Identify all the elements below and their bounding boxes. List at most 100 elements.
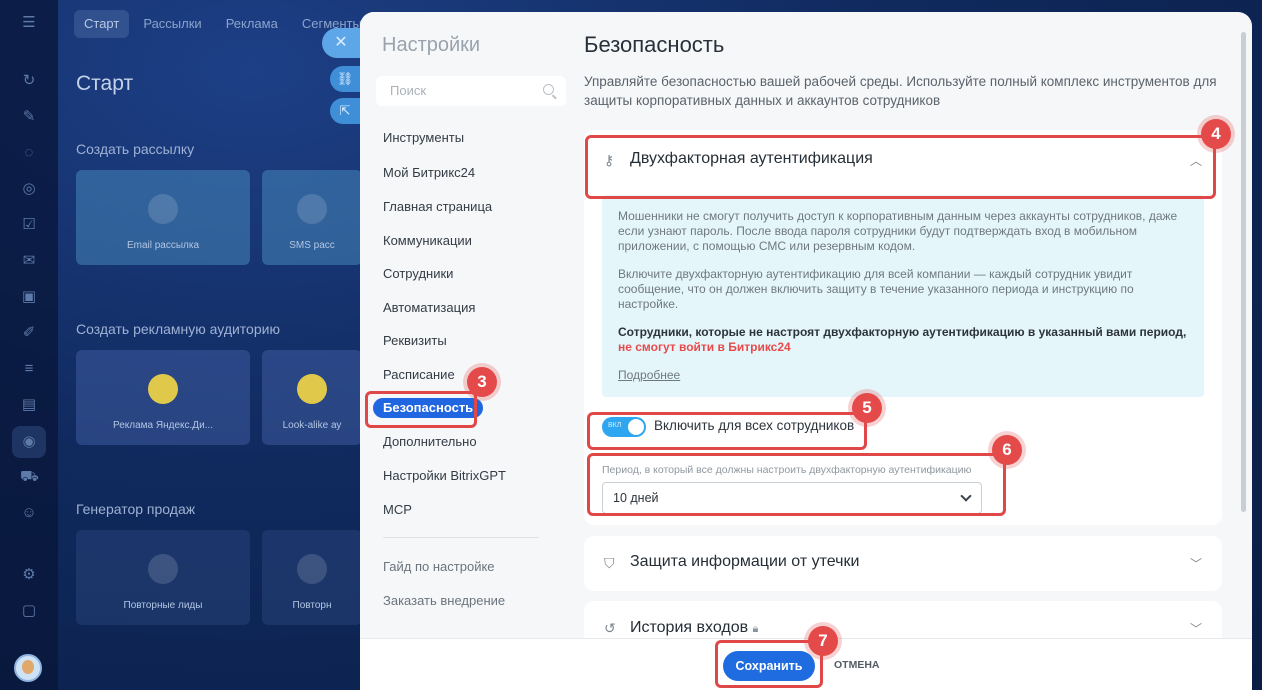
open-new-window-button[interactable]: ⇱	[330, 98, 360, 124]
nav-item-tools[interactable]: Инструменты	[383, 128, 464, 148]
repeat-icon	[297, 554, 327, 584]
cart-icon[interactable]: ⛟	[20, 468, 39, 486]
settings-sidebar: Настройки Поиск Инструменты Мой Битрикс2…	[360, 12, 568, 638]
tfa-warning-text: Сотрудники, которые не настроят двухфакт…	[618, 325, 1187, 339]
period-label: Период, в который все должны настроить д…	[602, 464, 972, 476]
key-icon: ⚷	[604, 152, 615, 168]
period-select[interactable]: 10 дней	[602, 482, 982, 514]
card-repeat-leads-label: Повторные лиды	[123, 600, 203, 611]
callout-badge-5: 5	[852, 393, 882, 423]
nav-item-my-bitrix[interactable]: Мой Битрикс24	[383, 163, 475, 183]
nav-item-additional[interactable]: Дополнительно	[383, 432, 477, 452]
card-repeat-leads[interactable]: Повторные лиды	[76, 530, 250, 625]
user-icon[interactable]: ☺	[20, 504, 38, 522]
nav-link-setup-guide[interactable]: Гайд по настройке	[383, 557, 495, 577]
shield-icon: ⛉	[604, 555, 615, 571]
nav-item-communications[interactable]: Коммуникации	[383, 231, 472, 251]
more-link[interactable]: Подробнее	[618, 368, 680, 382]
tfa-card: ⚷ Двухфакторная аутентификация ︿ Мошенни…	[584, 130, 1222, 525]
callout-badge-4: 4	[1201, 119, 1231, 149]
leads-icon	[148, 554, 178, 584]
toggle-knob	[628, 419, 644, 435]
card-yandex-label: Реклама Яндекс.Ди...	[113, 420, 213, 431]
leak-protection-card[interactable]: ⛉ Защита информации от утечки ﹀	[584, 536, 1222, 591]
card-lookalike[interactable]: Look-alike ау	[262, 350, 362, 445]
save-button[interactable]: Сохранить	[723, 651, 815, 681]
card-email-mailing[interactable]: Email рассылка	[76, 170, 250, 265]
cancel-button[interactable]: ОТМЕНА	[834, 659, 880, 671]
enable-all-label[interactable]: Включить для всех сотрудников	[654, 418, 854, 433]
card-sms-mailing[interactable]: SMS расс	[262, 170, 362, 265]
rail-icon-4[interactable]: ◎	[20, 180, 38, 198]
card-repeat-2-label: Повторн	[292, 600, 332, 611]
leak-title: Защита информации от утечки	[630, 553, 860, 570]
pen-icon[interactable]: ✐	[20, 324, 38, 342]
search-input[interactable]: Поиск	[376, 76, 566, 106]
rail-icon-2[interactable]: ✎	[20, 108, 38, 126]
gear-icon[interactable]: ⚙	[20, 566, 38, 584]
settings-title: Настройки	[382, 34, 481, 56]
nav-item-automation[interactable]: Автоматизация	[383, 298, 475, 318]
nav-link-order-implementation[interactable]: Заказать внедрение	[383, 591, 505, 611]
chat-icon[interactable]: ◌	[20, 144, 38, 162]
chevron-down-icon[interactable]: ﹀	[1190, 555, 1202, 572]
tfa-card-header[interactable]: ⚷ Двухфакторная аутентификация ︿	[584, 130, 1222, 192]
mail-icon[interactable]: ✉	[20, 252, 38, 270]
nav-item-security[interactable]: Безопасность	[373, 398, 484, 418]
nav-item-schedule[interactable]: Расписание	[383, 365, 455, 385]
rail-icon-1[interactable]: ↻	[20, 72, 38, 90]
rail-icon-last[interactable]: ▢	[20, 602, 38, 620]
nav-item-employees[interactable]: Сотрудники	[383, 264, 453, 284]
nav-item-mcp[interactable]: MCP	[383, 500, 412, 520]
lock-icon: 🔒︎	[752, 623, 759, 635]
tfa-info-paragraph-1: Мошенники не смогут получить доступ к ко…	[618, 209, 1178, 253]
nav-item-main-page[interactable]: Главная страница	[383, 197, 492, 217]
chevron-down-icon	[961, 492, 971, 502]
nav-item-bitrixgpt[interactable]: Настройки BitrixGPT	[383, 466, 506, 486]
card-repeat-2[interactable]: Повторн	[262, 530, 362, 625]
history-title: История входов 🔒︎	[630, 619, 758, 637]
tab-mailings[interactable]: Рассылки	[133, 10, 211, 38]
settings-panel: Настройки Поиск Инструменты Мой Битрикс2…	[360, 12, 1252, 690]
doc-icon[interactable]: ▤	[20, 396, 38, 414]
nav-divider	[383, 537, 539, 538]
callout-badge-7: 7	[808, 626, 838, 656]
lookalike-icon	[297, 374, 327, 404]
page-title: Безопасность	[584, 32, 725, 57]
search-icon[interactable]	[543, 84, 554, 95]
scrollbar[interactable]	[1241, 32, 1246, 512]
copy-link-button[interactable]: ⛓	[330, 66, 360, 92]
toggle-state-text: ВКЛ	[608, 422, 622, 429]
history-title-text: История входов	[630, 619, 749, 636]
section-create-mailing: Создать рассылку	[76, 141, 195, 157]
tab-start[interactable]: Старт	[74, 10, 130, 38]
card-email-label: Email рассылка	[126, 240, 200, 251]
search-placeholder: Поиск	[390, 83, 427, 98]
menu-icon[interactable]: ☰	[20, 14, 38, 32]
avatar[interactable]	[14, 654, 42, 682]
card-yandex-ads[interactable]: Реклама Яндекс.Ди...	[76, 350, 250, 445]
leak-card-header[interactable]: ⛉ Защита информации от утечки ﹀	[584, 536, 1222, 598]
tasks-icon[interactable]: ☑	[20, 216, 38, 234]
rail-icon-7[interactable]: ▣	[20, 288, 38, 306]
period-select-value: 10 дней	[613, 491, 659, 505]
card-lookalike-label: Look-alike ау	[282, 420, 342, 431]
settings-content: Безопасность Управляйте безопасностью ва…	[584, 12, 1244, 661]
nav-item-requisites[interactable]: Реквизиты	[383, 331, 447, 351]
tfa-info-paragraph-2: Включите двухфакторную аутентификацию дл…	[618, 267, 1134, 311]
tfa-warning-red-text: не смогут войти в Битрикс24	[618, 340, 791, 354]
filter-icon[interactable]: ≡	[20, 360, 38, 378]
tfa-title: Двухфакторная аутентификация	[630, 150, 873, 167]
sms-icon	[297, 194, 327, 224]
callout-badge-3: 3	[467, 367, 497, 397]
email-icon	[148, 194, 178, 224]
tfa-info-paragraph-3: Сотрудники, которые не настроят двухфакт…	[618, 325, 1190, 355]
tab-ads[interactable]: Реклама	[216, 10, 288, 38]
chevron-down-icon[interactable]: ﹀	[1190, 620, 1202, 637]
tfa-info-box: Мошенники не смогут получить доступ к ко…	[602, 195, 1204, 397]
marketing-icon[interactable]: ◉	[12, 426, 46, 458]
close-slider-button[interactable]: ✕	[322, 28, 360, 58]
chevron-up-icon[interactable]: ︿	[1190, 152, 1202, 169]
enable-all-toggle[interactable]: ВКЛ	[602, 417, 646, 437]
page-description: Управляйте безопасностью вашей рабочей с…	[584, 74, 1217, 108]
